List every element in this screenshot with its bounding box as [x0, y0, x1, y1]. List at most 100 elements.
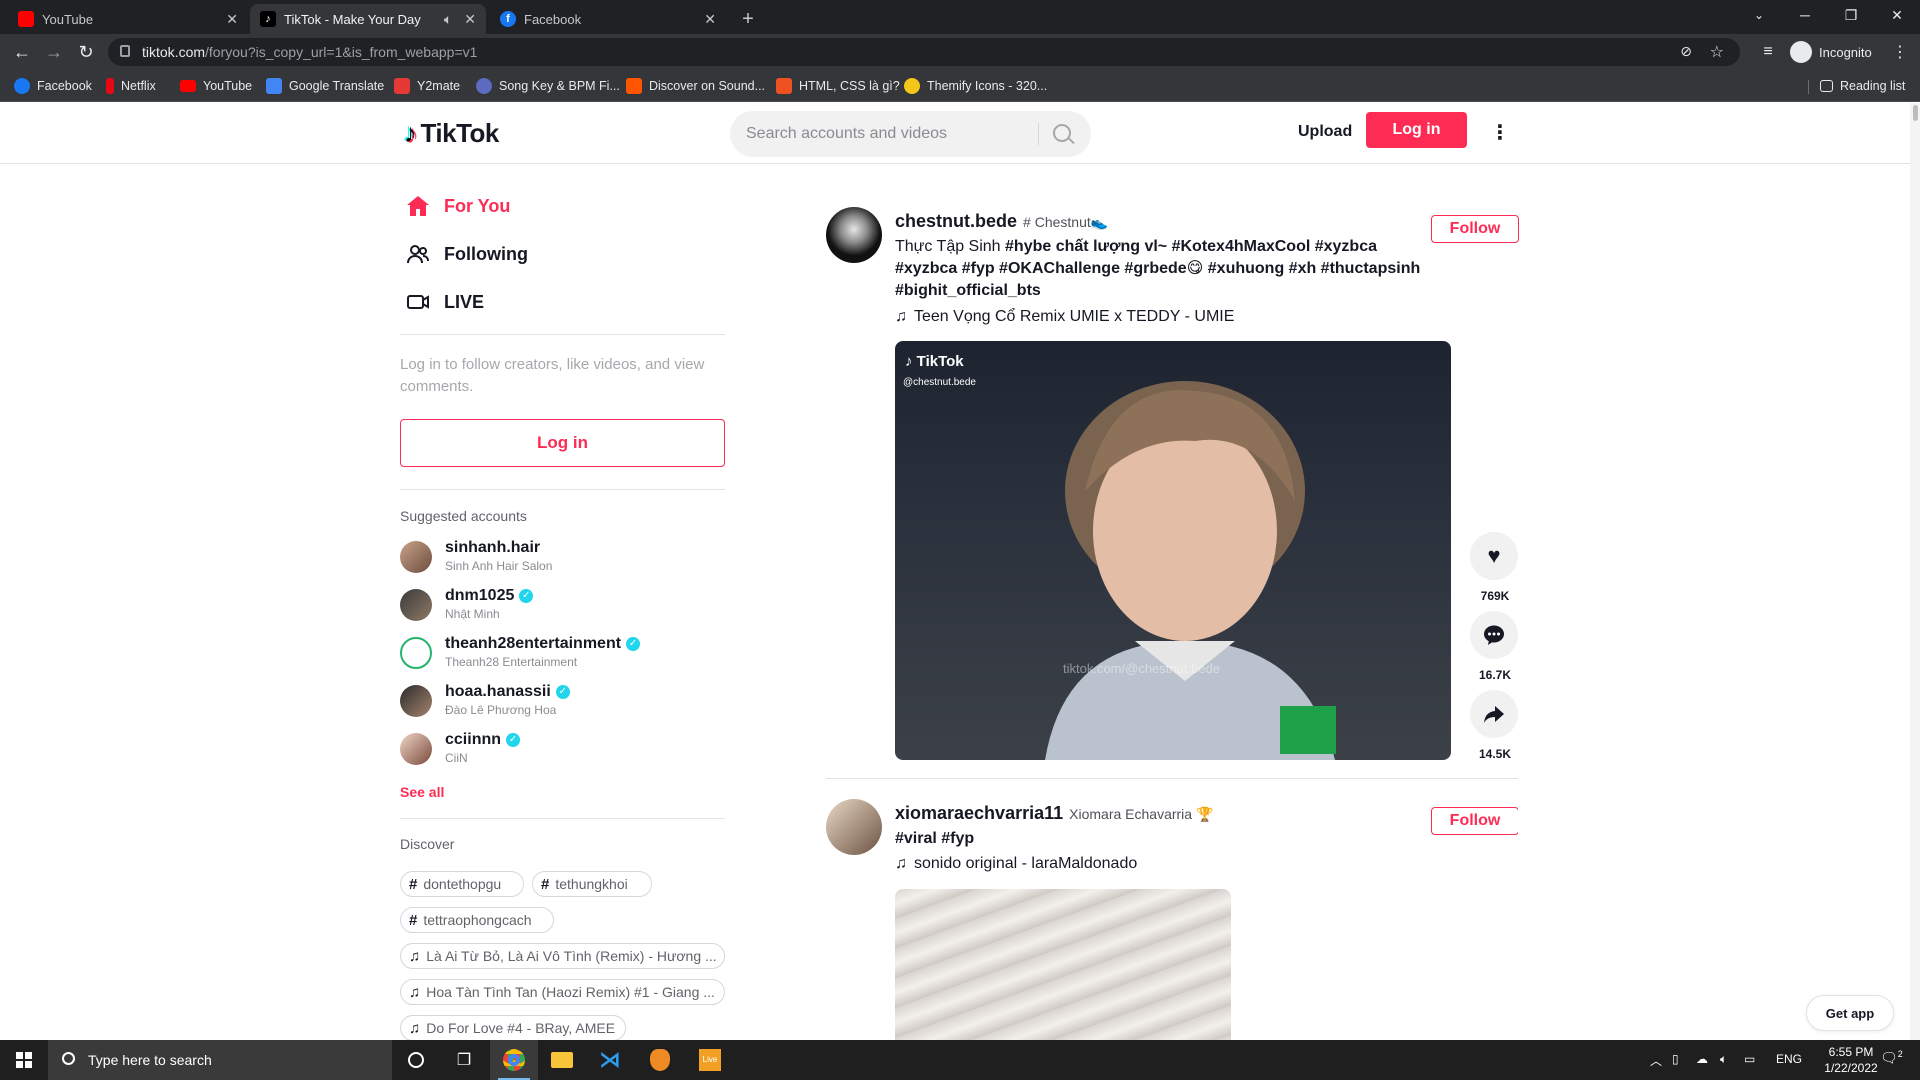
live-app-icon[interactable]: Live	[686, 1040, 734, 1080]
bookmark-soundcloud[interactable]: Discover on Sound...	[626, 76, 765, 96]
network-icon[interactable]: ▭	[1744, 1052, 1755, 1066]
tab-search-icon[interactable]: ⌄	[1736, 0, 1782, 30]
bookmark-song-key[interactable]: Song Key & BPM Fi...	[476, 76, 620, 96]
post-caption: Thực Tập Sinh #hybe chất lượng vl~ #Kote…	[895, 236, 1435, 302]
see-all-link[interactable]: See all	[400, 784, 444, 800]
post-caption[interactable]: #viral #fyp	[895, 828, 1435, 850]
media-control-icon[interactable]: ≡	[1756, 40, 1780, 64]
nav-following[interactable]: Following	[404, 234, 528, 274]
share-icon[interactable]	[1470, 690, 1518, 738]
soundcloud-icon	[626, 78, 642, 94]
show-hidden-icons[interactable]: ︿	[1650, 1052, 1662, 1069]
address-bar[interactable]: tiktok.com/foryou?is_copy_url=1&is_from_…	[108, 38, 1740, 66]
close-tab-icon[interactable]: ✕	[704, 11, 716, 28]
follow-button[interactable]: Follow	[1431, 807, 1518, 835]
restore-button[interactable]: ❐	[1828, 0, 1874, 30]
tab-facebook[interactable]: f Facebook ✕	[490, 4, 726, 34]
bookmark-netflix[interactable]: Netflix	[106, 76, 156, 96]
back-icon[interactable]: ←	[10, 40, 34, 64]
discover-hashtag[interactable]: # tethungkhoi	[532, 871, 652, 897]
search-input[interactable]: Search accounts and videos	[730, 111, 1091, 157]
share-action[interactable]: 14.5K	[1470, 690, 1520, 761]
login-button[interactable]: Log in	[1366, 112, 1467, 148]
discover-music[interactable]: ♫ Hoa Tàn Tình Tan (Haozi Remix) #1 - Gia…	[400, 979, 725, 1005]
task-view-icon[interactable]: ❐	[440, 1040, 488, 1080]
page-scrollbar[interactable]	[1910, 103, 1920, 1040]
bookmark-facebook[interactable]: Facebook	[14, 76, 92, 96]
chrome-taskbar-icon[interactable]	[490, 1040, 538, 1080]
upload-button[interactable]: Upload	[1298, 123, 1352, 141]
post-avatar[interactable]	[826, 207, 882, 263]
close-tab-icon[interactable]: ✕	[464, 11, 476, 28]
post-avatar[interactable]	[826, 799, 882, 855]
minimize-button[interactable]: ─	[1782, 0, 1828, 30]
tab-tiktok[interactable]: ♪ TikTok - Make Your Day 🔈︎ ✕	[250, 4, 486, 34]
vscode-icon[interactable]: ⋊	[586, 1040, 634, 1080]
follow-button[interactable]: Follow	[1431, 215, 1519, 243]
discover-music[interactable]: ♫ Do For Love #4 - BRay, AMEE	[400, 1015, 626, 1040]
get-app-button[interactable]: Get app	[1806, 995, 1894, 1031]
system-clock[interactable]: 6:55 PM 1/22/2022	[1816, 1044, 1886, 1076]
reading-list-button[interactable]: Reading list	[1820, 76, 1905, 96]
post-music[interactable]: ♫ Teen Vọng Cổ Remix UMIE x TEDDY - UMIE	[895, 308, 1234, 326]
bookmark-google-translate[interactable]: Google Translate	[266, 76, 384, 96]
suggested-account[interactable]: dnm1025 ✓ Nhật Minh	[400, 583, 725, 631]
tab-title: Facebook	[524, 11, 582, 27]
suggested-account[interactable]: cciinnn ✓ CiiN	[400, 727, 725, 775]
notification-icon[interactable]: 🗨︎2	[1880, 1049, 1903, 1067]
like-action[interactable]: ♥ 769K	[1470, 532, 1520, 603]
device-icon[interactable]: ▯	[1672, 1052, 1679, 1066]
comment-action[interactable]: 16.7K	[1470, 611, 1520, 682]
heart-icon[interactable]: ♥	[1470, 532, 1518, 580]
suggested-account[interactable]: theanh28entertainment ✓ Theanh28 Entertai…	[400, 631, 725, 679]
volume-icon[interactable]: 🔈︎	[1720, 1052, 1727, 1067]
tab-youtube[interactable]: YouTube ✕	[8, 4, 248, 34]
bookmark-youtube[interactable]: YouTube	[180, 76, 252, 96]
tiktok-icon: ♪	[260, 11, 276, 27]
search-icon[interactable]	[1053, 124, 1071, 142]
post-author[interactable]: xiomaraechvarria11 Xiomara Echavarria 🏆	[895, 803, 1213, 824]
bookmark-y2mate[interactable]: Y2mate	[394, 76, 460, 96]
start-button[interactable]	[0, 1040, 48, 1080]
taskbar-search[interactable]: Type here to search	[48, 1040, 392, 1080]
close-window-button[interactable]: ✕	[1874, 0, 1920, 30]
language-indicator[interactable]: ENG	[1776, 1052, 1802, 1066]
eye-off-icon[interactable]: ⊘	[1680, 43, 1692, 60]
discover-hashtag[interactable]: # tettraophongcach	[400, 907, 554, 933]
fl-studio-icon[interactable]	[636, 1040, 684, 1080]
close-tab-icon[interactable]: ✕	[226, 11, 238, 28]
cortana-icon[interactable]	[392, 1040, 440, 1080]
username-text: hoaa.hanassii	[445, 683, 551, 700]
video-player[interactable]	[895, 889, 1231, 1040]
file-explorer-icon[interactable]	[538, 1040, 586, 1080]
bookmark-f8[interactable]: HTML, CSS là gì?	[776, 76, 900, 96]
incognito-icon	[1790, 41, 1812, 63]
onedrive-icon[interactable]: ☁	[1696, 1052, 1708, 1066]
scrollbar-thumb[interactable]	[1913, 105, 1918, 121]
mute-tab-icon[interactable]: 🔈︎	[444, 11, 452, 28]
discover-label: tettraophongcach	[423, 912, 532, 928]
bookmark-star-icon[interactable]: ☆	[1710, 42, 1724, 62]
tiktok-logo[interactable]: ♪ TikTok	[404, 116, 499, 150]
reload-icon[interactable]: ↻	[74, 40, 98, 64]
suggested-account[interactable]: hoaa.hanassii ✓ Đào Lê Phương Hoa	[400, 679, 725, 727]
menu-kebab-icon[interactable]: ⋮	[1888, 40, 1912, 64]
more-options-icon[interactable]: ⋮	[1490, 123, 1510, 143]
comment-icon[interactable]	[1470, 611, 1518, 659]
video-player[interactable]: ♪ TikTok @chestnut.bede tiktok.com/@ches…	[895, 341, 1451, 760]
suggested-account[interactable]: sinhanh.hair Sinh Anh Hair Salon	[400, 535, 725, 583]
bookmark-label: Netflix	[121, 79, 156, 93]
avatar	[400, 685, 432, 717]
incognito-profile[interactable]: Incognito	[1790, 40, 1872, 64]
nav-live[interactable]: LIVE	[404, 282, 484, 322]
bookmark-themify[interactable]: Themify Icons - 320...	[904, 76, 1047, 96]
new-tab-button[interactable]: +	[732, 4, 764, 34]
nav-for-you[interactable]: For You	[404, 186, 510, 226]
discover-music[interactable]: ♫ Là Ai Từ Bỏ, Là Ai Vô Tình (Remix) - Hư…	[400, 943, 725, 969]
post-author[interactable]: chestnut.bede # Chestnut👟	[895, 211, 1108, 232]
post-music[interactable]: ♫ sonido original - laraMaldonado	[895, 855, 1137, 873]
discover-hashtag[interactable]: # dontethopgu	[400, 871, 524, 897]
forward-icon[interactable]: →	[42, 40, 66, 64]
sidebar-login-button[interactable]: Log in	[400, 419, 725, 467]
search-divider	[1038, 123, 1039, 145]
